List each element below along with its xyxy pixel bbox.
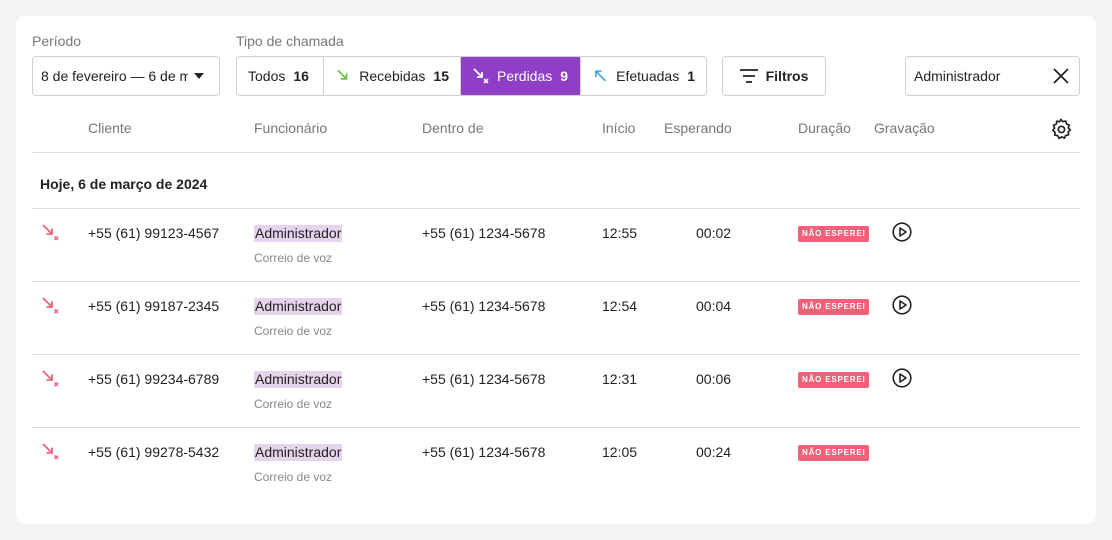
within-number: +55 (61) 1234-5678 bbox=[422, 225, 546, 241]
period-value: 8 de fevereiro — 6 de março bbox=[41, 68, 188, 84]
gear-icon[interactable] bbox=[1050, 118, 1072, 140]
start-time: 12:55 bbox=[602, 225, 638, 241]
play-icon[interactable] bbox=[892, 368, 912, 388]
column-header-start[interactable]: Início bbox=[602, 120, 635, 136]
status-badge: NÃO ESPEREI bbox=[798, 445, 870, 461]
column-header-within[interactable]: Dentro de bbox=[422, 120, 483, 136]
segment-all[interactable]: Todos 16 bbox=[237, 57, 324, 95]
table-row[interactable]: +55 (61) 99234-6789 Administrador Correi… bbox=[32, 355, 1080, 428]
within-number: +55 (61) 1234-5678 bbox=[422, 444, 546, 460]
missed-call-icon bbox=[473, 68, 489, 84]
table-row[interactable]: +55 (61) 99278-5432 Administrador Correi… bbox=[32, 428, 1080, 501]
client-number[interactable]: +55 (61) 99187-2345 bbox=[88, 298, 219, 314]
within-number: +55 (61) 1234-5678 bbox=[422, 371, 546, 387]
call-history-card: Período 8 de fevereiro — 6 de março Tipo… bbox=[16, 16, 1096, 524]
segment-label: Recebidas bbox=[359, 68, 426, 84]
within-number: +55 (61) 1234-5678 bbox=[422, 298, 546, 314]
employee-sub: Correio de voz bbox=[254, 397, 333, 411]
status-badge: NÃO ESPEREI bbox=[798, 299, 870, 315]
waiting-time: 00:04 bbox=[696, 298, 732, 314]
clear-icon[interactable] bbox=[1053, 68, 1069, 84]
segment-count: 15 bbox=[433, 68, 449, 84]
segment-count: 9 bbox=[560, 68, 569, 84]
status-badge: NÃO ESPEREI bbox=[798, 372, 870, 388]
employee-sub: Correio de voz bbox=[254, 251, 333, 265]
caret-down-icon bbox=[194, 73, 204, 79]
missed-call-icon bbox=[42, 297, 59, 314]
start-time: 12:05 bbox=[602, 444, 638, 460]
play-icon[interactable] bbox=[892, 222, 912, 242]
segment-missed[interactable]: Perdidas 9 bbox=[461, 57, 581, 95]
segment-count: 16 bbox=[293, 68, 309, 84]
employee-name: Administrador bbox=[254, 444, 343, 461]
waiting-time: 00:24 bbox=[696, 444, 732, 460]
column-header-waiting[interactable]: Esperando bbox=[664, 120, 732, 136]
client-number[interactable]: +55 (61) 99123-4567 bbox=[88, 225, 219, 241]
filter-icon bbox=[739, 69, 758, 83]
client-number[interactable]: +55 (61) 99278-5432 bbox=[88, 444, 219, 460]
play-icon[interactable] bbox=[892, 295, 912, 315]
search-input[interactable] bbox=[914, 68, 1044, 84]
segment-count: 1 bbox=[687, 68, 695, 84]
start-time: 12:31 bbox=[602, 371, 638, 387]
table-row[interactable]: +55 (61) 99187-2345 Administrador Correi… bbox=[32, 282, 1080, 355]
divider bbox=[32, 152, 1080, 153]
employee-name: Administrador bbox=[254, 371, 343, 388]
missed-call-icon bbox=[42, 443, 59, 460]
column-header-client[interactable]: Cliente bbox=[88, 120, 132, 136]
status-badge: NÃO ESPEREI bbox=[798, 226, 870, 242]
waiting-time: 00:06 bbox=[696, 371, 732, 387]
client-number[interactable]: +55 (61) 99234-6789 bbox=[88, 371, 219, 387]
column-header-duration[interactable]: Duração bbox=[798, 120, 851, 136]
period-select[interactable]: 8 de fevereiro — 6 de março bbox=[32, 56, 220, 96]
segment-received[interactable]: Recebidas 15 bbox=[324, 57, 461, 95]
employee-search bbox=[905, 56, 1080, 96]
waiting-time: 00:02 bbox=[696, 225, 732, 241]
outgoing-call-icon bbox=[594, 70, 606, 82]
segment-label: Todos bbox=[248, 68, 286, 84]
employee-sub: Correio de voz bbox=[254, 470, 333, 484]
call-type-label: Tipo de chamada bbox=[236, 33, 344, 49]
employee-name: Administrador bbox=[254, 298, 343, 315]
missed-call-icon bbox=[42, 370, 59, 387]
segment-outgoing[interactable]: Efetuadas 1 bbox=[581, 57, 706, 95]
filters-button-label: Filtros bbox=[765, 68, 809, 84]
filters-button[interactable]: Filtros bbox=[722, 56, 826, 96]
segment-label: Perdidas bbox=[497, 68, 553, 84]
employee-name: Administrador bbox=[254, 225, 343, 242]
missed-call-icon bbox=[42, 224, 59, 241]
date-group-label: Hoje, 6 de março de 2024 bbox=[40, 176, 208, 192]
column-header-employee[interactable]: Funcionário bbox=[254, 120, 327, 136]
call-type-segmented-control: Todos 16 Recebidas 15 Perdidas 9 Efetuad… bbox=[236, 56, 707, 96]
segment-label: Efetuadas bbox=[616, 68, 680, 84]
incoming-call-icon bbox=[337, 69, 348, 80]
column-header-recording[interactable]: Gravação bbox=[874, 120, 935, 136]
employee-sub: Correio de voz bbox=[254, 324, 333, 338]
period-label: Período bbox=[32, 33, 82, 49]
table-row[interactable]: +55 (61) 99123-4567 Administrador Correi… bbox=[32, 209, 1080, 282]
start-time: 12:54 bbox=[602, 298, 638, 314]
